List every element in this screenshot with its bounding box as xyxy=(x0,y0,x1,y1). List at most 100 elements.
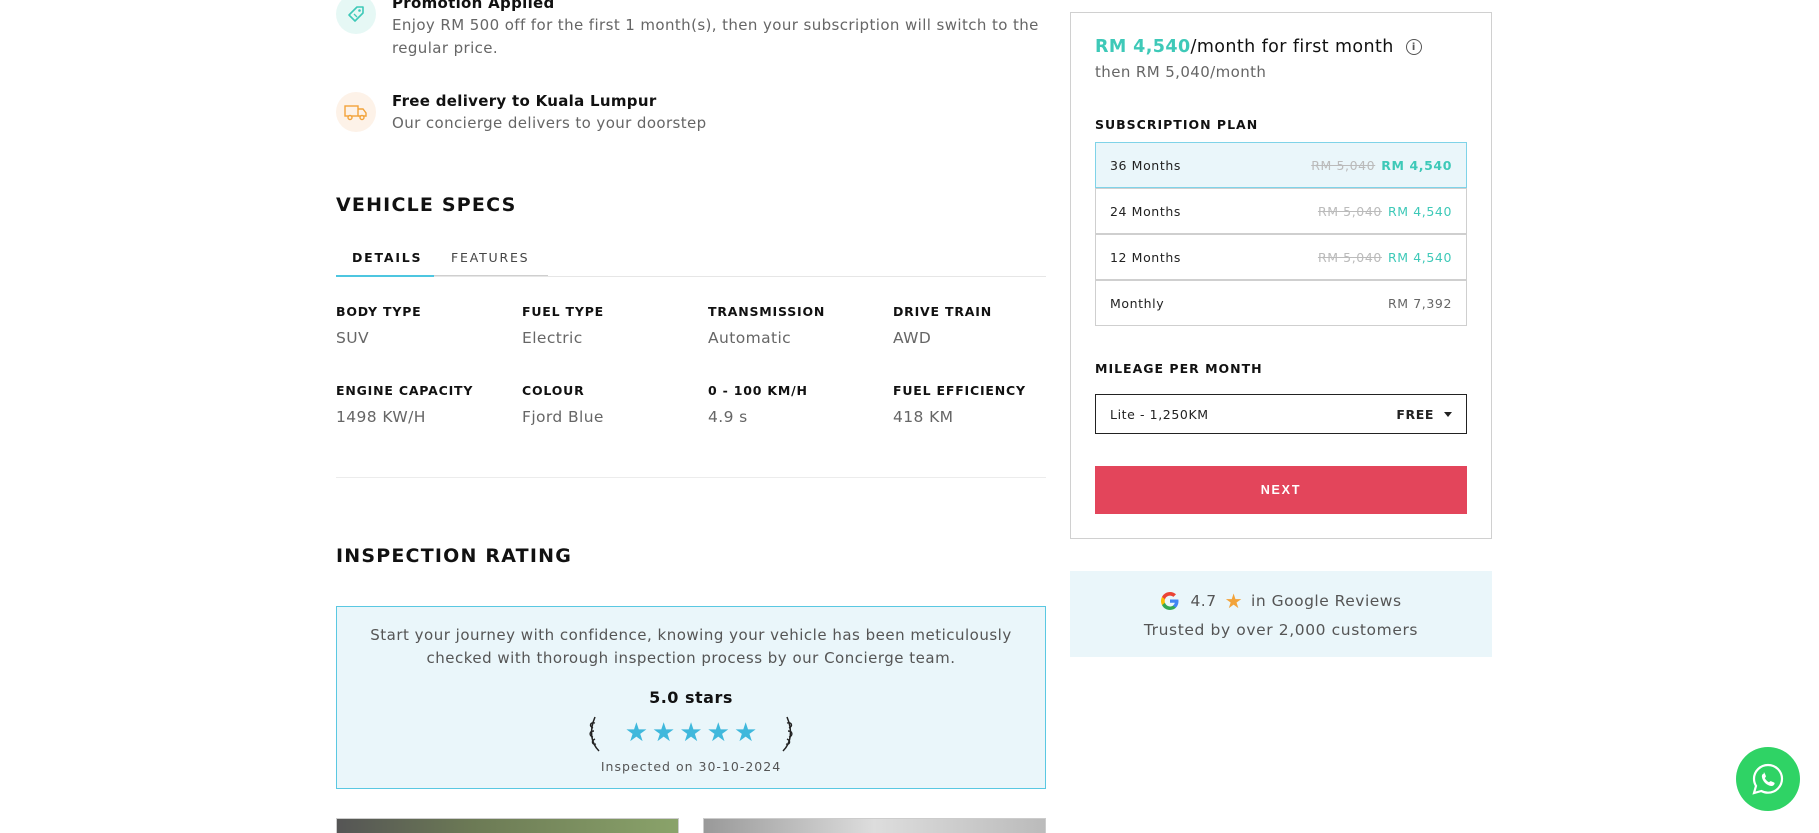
inspection-rating-title: INSPECTION RATING xyxy=(336,545,572,567)
subscription-plan-label: SUBSCRIPTION PLAN xyxy=(1095,117,1259,132)
inspection-stars-row: ★ ★ ★ ★ ★ xyxy=(337,713,1045,753)
spec-label: FUEL TYPE xyxy=(522,304,605,319)
delivery-description: Our concierge delivers to your doorstep xyxy=(392,114,707,132)
mileage-label: MILEAGE PER MONTH xyxy=(1095,361,1263,376)
whatsapp-icon xyxy=(1752,763,1784,795)
promotion-text: Promotion Applied Enjoy RM 500 off for t… xyxy=(392,0,1039,60)
spec-value: 4.9 s xyxy=(708,408,748,426)
plan-option-monthly[interactable]: Monthly RM 7,392 xyxy=(1095,280,1467,326)
inspection-text-line: Start your journey with confidence, know… xyxy=(370,626,1012,644)
delivery-truck-icon xyxy=(336,92,376,132)
spec-body-type: BODY TYPE SUV xyxy=(336,304,516,347)
plan-old-price: RM 5,040 xyxy=(1311,157,1376,173)
spec-label: COLOUR xyxy=(522,383,585,398)
free-delivery-row: Free delivery to Kuala Lumpur Our concie… xyxy=(336,92,707,135)
spec-value: SUV xyxy=(336,329,369,347)
google-reviews-box: 4.7 ★ in Google Reviews Trusted by over … xyxy=(1070,571,1492,657)
inspection-box: Start your journey with confidence, know… xyxy=(336,606,1046,789)
spec-value: 1498 KW/H xyxy=(336,408,426,426)
spec-label: DRIVE TRAIN xyxy=(893,304,992,319)
promotion-title: Promotion Applied xyxy=(392,0,555,12)
section-divider xyxy=(336,477,1046,478)
mileage-price: FREE xyxy=(1396,407,1452,422)
star-icon: ★ xyxy=(733,718,758,748)
tab-divider xyxy=(434,275,548,276)
inspection-photo[interactable] xyxy=(703,818,1046,833)
spec-tabs: DETAILS FEATURES xyxy=(336,244,1046,277)
plan-option-24-months[interactable]: 24 Months RM 5,040 RM 4,540 xyxy=(1095,188,1467,234)
whatsapp-button[interactable] xyxy=(1736,747,1800,811)
spec-engine-capacity: ENGINE CAPACITY 1498 KW/H xyxy=(336,383,516,426)
info-icon[interactable]: i xyxy=(1405,39,1422,55)
tag-icon xyxy=(336,0,376,34)
plan-old-price: RM 5,040 xyxy=(1317,249,1382,265)
price-suffix: /month for first month xyxy=(1190,37,1394,57)
inspection-stars-label: 5.0 stars xyxy=(649,688,733,707)
plan-new-price: RM 4,540 xyxy=(1381,157,1452,173)
delivery-text: Free delivery to Kuala Lumpur Our concie… xyxy=(392,92,707,135)
delivery-title: Free delivery to Kuala Lumpur xyxy=(392,92,657,110)
spec-acceleration: 0 - 100 KM/H 4.9 s xyxy=(708,383,888,426)
plan-option-36-months[interactable]: 36 Months RM 5,040 RM 4,540 xyxy=(1095,142,1467,188)
plan-price: RM 5,040 RM 4,540 xyxy=(1318,204,1452,219)
spec-value: 418 KM xyxy=(893,408,954,426)
star-icon: ★ xyxy=(624,718,649,748)
promotion-desc-line: Enjoy RM 500 off for the first 1 month(s… xyxy=(392,16,1039,34)
plan-name: 24 Months xyxy=(1110,203,1181,219)
tab-details[interactable]: DETAILS xyxy=(336,250,434,277)
plan-name: Monthly xyxy=(1110,295,1165,311)
plan-price: RM 5,040 RM 4,540 xyxy=(1318,250,1452,265)
inspection-text: Start your journey with confidence, know… xyxy=(366,624,1016,670)
star-icon: ★ xyxy=(652,718,676,748)
inspection-text-line: checked with thorough inspection process… xyxy=(426,649,956,667)
pricing-card: RM 4,540 /month for first month i then R… xyxy=(1070,12,1492,539)
plan-name: 36 Months xyxy=(1110,157,1181,173)
plan-old-price: RM 5,040 xyxy=(1317,203,1382,219)
plan-price: RM 7,392 xyxy=(1387,295,1452,311)
promotion-desc-line: regular price. xyxy=(392,39,499,57)
spec-value: Automatic xyxy=(708,329,792,347)
spec-value: AWD xyxy=(893,329,932,347)
vehicle-specs-title: VEHICLE SPECS xyxy=(336,194,517,216)
google-reviews-text: in Google Reviews xyxy=(1251,592,1402,610)
spec-label: BODY TYPE xyxy=(336,304,422,319)
mileage-price-label: FREE xyxy=(1396,406,1434,422)
spec-label: FUEL EFFICIENCY xyxy=(893,383,1026,398)
price-amount: RM 4,540 xyxy=(1095,37,1191,57)
plan-option-12-months[interactable]: 12 Months RM 5,040 RM 4,540 xyxy=(1095,234,1467,280)
promotion-description: Enjoy RM 500 off for the first 1 month(s… xyxy=(392,14,1039,60)
tab-features[interactable]: FEATURES xyxy=(451,250,529,277)
plan-new-price: RM 4,540 xyxy=(1387,249,1452,265)
star-icon: ★ xyxy=(1224,589,1244,613)
google-reviews-row: 4.7 ★ in Google Reviews xyxy=(1070,589,1492,613)
spec-drive-train: DRIVE TRAIN AWD xyxy=(893,304,1073,347)
spec-value: Fjord Blue xyxy=(522,408,604,426)
price-line: RM 4,540 /month for first month i xyxy=(1095,37,1422,57)
then-price: then RM 5,040/month xyxy=(1095,63,1267,81)
next-button[interactable]: NEXT xyxy=(1095,466,1467,514)
spec-label: 0 - 100 KM/H xyxy=(708,383,808,398)
spec-label: ENGINE CAPACITY xyxy=(336,383,474,398)
plan-name: 12 Months xyxy=(1110,249,1181,265)
spec-fuel-type: FUEL TYPE Electric xyxy=(522,304,702,347)
google-icon xyxy=(1161,592,1179,610)
chevron-down-icon xyxy=(1444,411,1452,417)
laurel-left-icon xyxy=(589,716,600,752)
spec-value: Electric xyxy=(522,329,583,347)
spec-colour: COLOUR Fjord Blue xyxy=(522,383,702,426)
trusted-customers-text: Trusted by over 2,000 customers xyxy=(1143,621,1419,639)
plan-price: RM 5,040 RM 4,540 xyxy=(1311,158,1452,173)
google-rating: 4.7 xyxy=(1190,592,1217,610)
spec-transmission: TRANSMISSION Automatic xyxy=(708,304,888,347)
spec-fuel-efficiency: FUEL EFFICIENCY 418 KM xyxy=(893,383,1073,426)
spec-label: TRANSMISSION xyxy=(708,304,826,319)
star-icon: ★ xyxy=(706,718,730,748)
inspection-date: Inspected on 30-10-2024 xyxy=(600,759,782,774)
mileage-select[interactable]: Lite - 1,250KM FREE xyxy=(1095,394,1467,434)
plan-new-price: RM 4,540 xyxy=(1387,203,1452,219)
inspection-photo[interactable] xyxy=(336,818,679,833)
promotion-applied-row: Promotion Applied Enjoy RM 500 off for t… xyxy=(336,0,1039,60)
mileage-selected-value: Lite - 1,250KM xyxy=(1110,406,1209,422)
star-icon: ★ xyxy=(679,718,703,748)
laurel-right-icon xyxy=(782,716,793,752)
